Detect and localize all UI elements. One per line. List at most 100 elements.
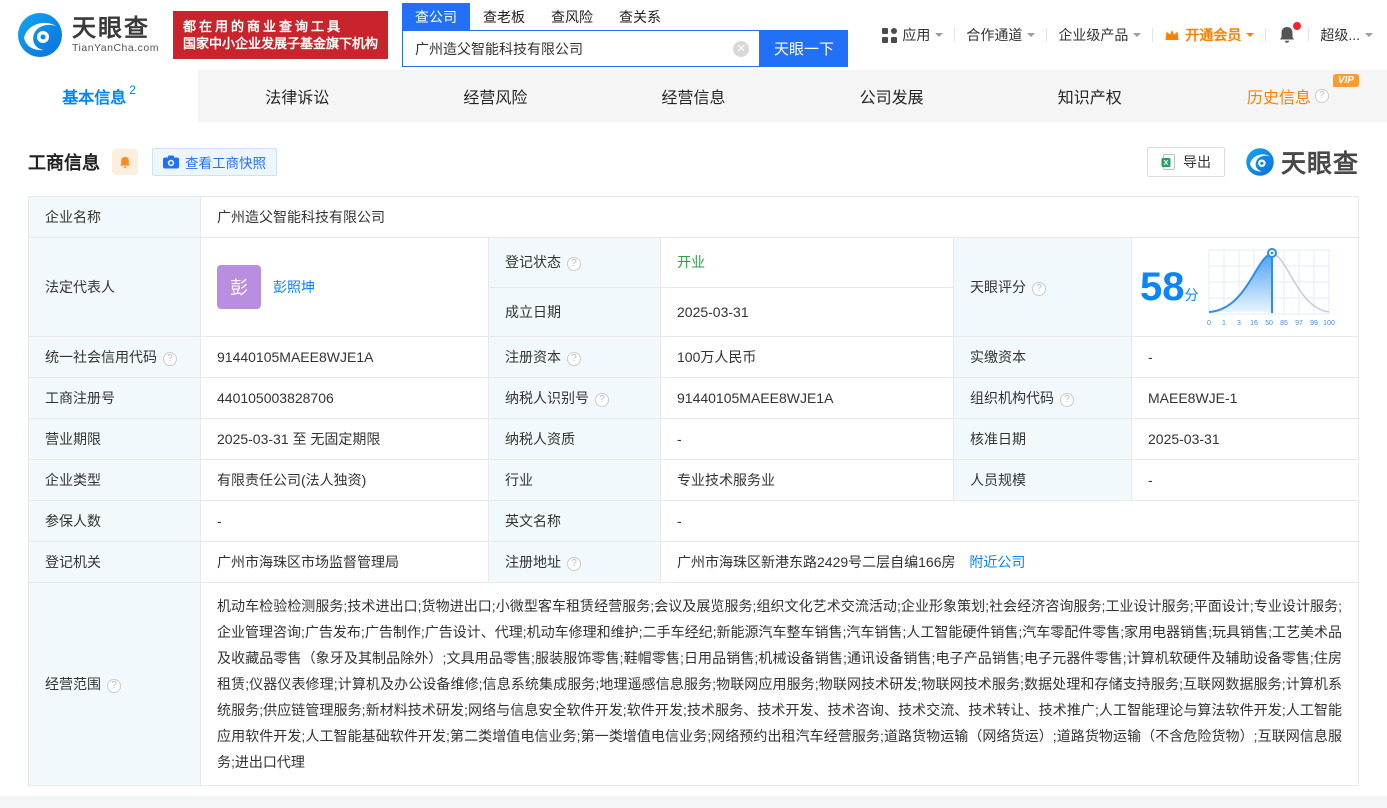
svg-text:3: 3: [1237, 320, 1241, 327]
field-value-score: 58分 0 1 3 16 50 85 97 99 100: [1131, 237, 1359, 337]
field-value-taxpayer-qual: -: [660, 418, 954, 460]
nav-enterprise[interactable]: 企业级产品: [1058, 25, 1142, 45]
tab-legal[interactable]: 法律诉讼: [198, 70, 396, 122]
divider: [1152, 28, 1154, 42]
table-row: 企业类型 有限责任公司(法人独资) 行业 专业技术服务业 人员规模 -: [28, 459, 1359, 501]
field-label-insured-count: 参保人数: [28, 500, 201, 542]
search-button[interactable]: 天眼一下: [759, 30, 848, 67]
field-value-business-scope: 机动车检验检测服务;技术进出口;货物进出口;小微型客车租赁经营服务;会议及展览服…: [200, 582, 1359, 786]
tab-operation-risk-label: 经营风险: [463, 90, 528, 107]
divider: [954, 28, 956, 42]
tab-basic-info[interactable]: 基本信息 2: [0, 70, 199, 122]
search-tab-relation[interactable]: 查关系: [606, 3, 674, 30]
field-value-credit-code: 91440105MAEE8WJE1A: [200, 336, 489, 378]
tab-history-info[interactable]: VIP 历史信息 ?: [1189, 70, 1387, 122]
field-value-establish-date: 2025-03-31: [660, 286, 954, 337]
help-icon[interactable]: ?: [163, 352, 177, 366]
help-icon[interactable]: ?: [567, 257, 581, 272]
search-tab-company[interactable]: 查公司: [401, 3, 470, 30]
watermark-logo: 天眼查: [1245, 144, 1359, 180]
business-snapshot-label: 查看工商快照: [185, 156, 266, 171]
table-row: 统一社会信用代码? 91440105MAEE8WJE1A 注册资本? 100万人…: [28, 336, 1359, 378]
divider: [1308, 28, 1310, 42]
chevron-down-icon: [1246, 33, 1255, 41]
nav-enterprise-label: 企业级产品: [1058, 27, 1129, 43]
nav-user[interactable]: 超级...: [1320, 25, 1373, 45]
search-input-value: 广州造父智能科技有限公司: [414, 40, 583, 57]
chevron-down-icon: [1133, 33, 1142, 41]
field-value-business-term: 2025-03-31 至 无固定期限: [200, 418, 489, 460]
notifications-bell[interactable]: [1277, 22, 1302, 45]
clear-icon[interactable]: ✕: [732, 40, 749, 57]
help-icon[interactable]: ?: [1314, 89, 1329, 103]
tab-company-development[interactable]: 公司发展: [793, 70, 991, 122]
subscribe-bell-button[interactable]: [112, 149, 138, 175]
nav-apps[interactable]: 应用: [882, 25, 944, 45]
help-icon[interactable]: ?: [1032, 282, 1046, 296]
page-tab-bar: 基本信息 2 法律诉讼 经营风险 经营信息 公司发展 知识产权 VIP 历史信息…: [0, 70, 1387, 122]
section-divider: [0, 796, 1387, 808]
chevron-down-icon: [1365, 33, 1373, 41]
chevron-down-icon: [935, 33, 944, 41]
avatar[interactable]: 彭: [217, 265, 261, 309]
svg-text:X: X: [1163, 158, 1168, 167]
help-icon[interactable]: ?: [1060, 393, 1074, 407]
help-icon[interactable]: ?: [567, 352, 581, 366]
search-tab-boss[interactable]: 查老板: [470, 3, 538, 30]
score-unit: 分: [1184, 287, 1199, 303]
help-icon[interactable]: ?: [107, 679, 121, 693]
svg-text:0: 0: [1207, 320, 1211, 327]
tianyancha-logo-icon: [18, 13, 62, 57]
field-value-company-type: 有限责任公司(法人独资): [200, 459, 489, 501]
field-label-paid-capital: 实缴资本: [953, 336, 1132, 378]
svg-text:85: 85: [1280, 320, 1288, 327]
field-value-staff-size: -: [1131, 459, 1359, 501]
excel-icon: X: [1161, 154, 1175, 170]
field-label-approval-date: 核准日期: [953, 418, 1132, 460]
field-value-reg-address: 广州市海珠区新港东路2429号二层自编166房 附近公司: [660, 541, 1359, 583]
field-label-reg-status: 登记状态?: [488, 237, 661, 288]
tab-history-info-label: 历史信息: [1246, 90, 1311, 107]
main-content: 工商信息 查看工商快照 X 导出 天眼查 企业名称 广州造父智能科技有限公司 法…: [0, 122, 1387, 786]
tab-legal-label: 法律诉讼: [265, 90, 330, 107]
tianyancha-logo[interactable]: 天眼查 TianYanCha.com: [16, 11, 159, 59]
legal-rep-link[interactable]: 彭照坤: [273, 277, 315, 297]
notification-dot: [1293, 22, 1302, 30]
field-label-staff-size: 人员规模: [953, 459, 1132, 501]
svg-text:50: 50: [1265, 320, 1273, 327]
divider: [1046, 28, 1048, 42]
nav-vip[interactable]: 开通会员: [1164, 25, 1255, 45]
field-label-legal-rep: 法定代表人: [28, 237, 201, 337]
search-input[interactable]: 广州造父智能科技有限公司 ✕: [401, 30, 760, 67]
slogan-banner: 都在用的商业查询工具 国家中小企业发展子基金旗下机构: [172, 11, 388, 59]
field-value-reg-authority: 广州市海珠区市场监督管理局: [200, 541, 489, 583]
field-label-reg-capital: 注册资本?: [488, 336, 661, 378]
business-snapshot-button[interactable]: 查看工商快照: [152, 148, 277, 176]
nav-partner-label: 合作通道: [966, 27, 1023, 43]
bell-icon: [120, 156, 130, 168]
tab-operation-info[interactable]: 经营信息: [594, 70, 792, 122]
field-label-english-name: 英文名称: [488, 500, 661, 542]
help-icon[interactable]: ?: [567, 557, 581, 571]
svg-text:1: 1: [1222, 320, 1226, 327]
help-icon[interactable]: ?: [595, 393, 609, 407]
field-value-industry: 专业技术服务业: [660, 459, 954, 501]
search-tabs: 查公司 查老板 查风险 查关系: [401, 3, 848, 30]
slogan-line2: 国家中小企业发展子基金旗下机构: [182, 36, 378, 51]
tab-operation-risk[interactable]: 经营风险: [396, 70, 594, 122]
export-button[interactable]: X 导出: [1146, 147, 1225, 177]
tab-intellectual-property[interactable]: 知识产权: [991, 70, 1189, 122]
nav-partner[interactable]: 合作通道: [966, 25, 1036, 45]
svg-text:97: 97: [1295, 320, 1303, 327]
nav-apps-label: 应用: [902, 27, 931, 43]
field-value-legal-rep: 彭 彭照坤: [200, 237, 489, 337]
nearby-companies-link[interactable]: 附近公司: [969, 554, 1025, 570]
top-nav: 应用 合作通道 企业级产品 开通会员 超级...: [882, 22, 1373, 45]
table-row: 登记机关 广州市海珠区市场监督管理局 注册地址? 广州市海珠区新港东路2429号…: [28, 541, 1359, 583]
field-label-company-name: 企业名称: [28, 196, 201, 238]
app-grid-icon: [882, 27, 898, 43]
section-header: 工商信息 查看工商快照 X 导出 天眼查: [28, 144, 1359, 180]
search-tab-risk[interactable]: 查风险: [538, 3, 606, 30]
status-badge: 开业: [677, 254, 705, 271]
nav-vip-label: 开通会员: [1185, 27, 1242, 43]
